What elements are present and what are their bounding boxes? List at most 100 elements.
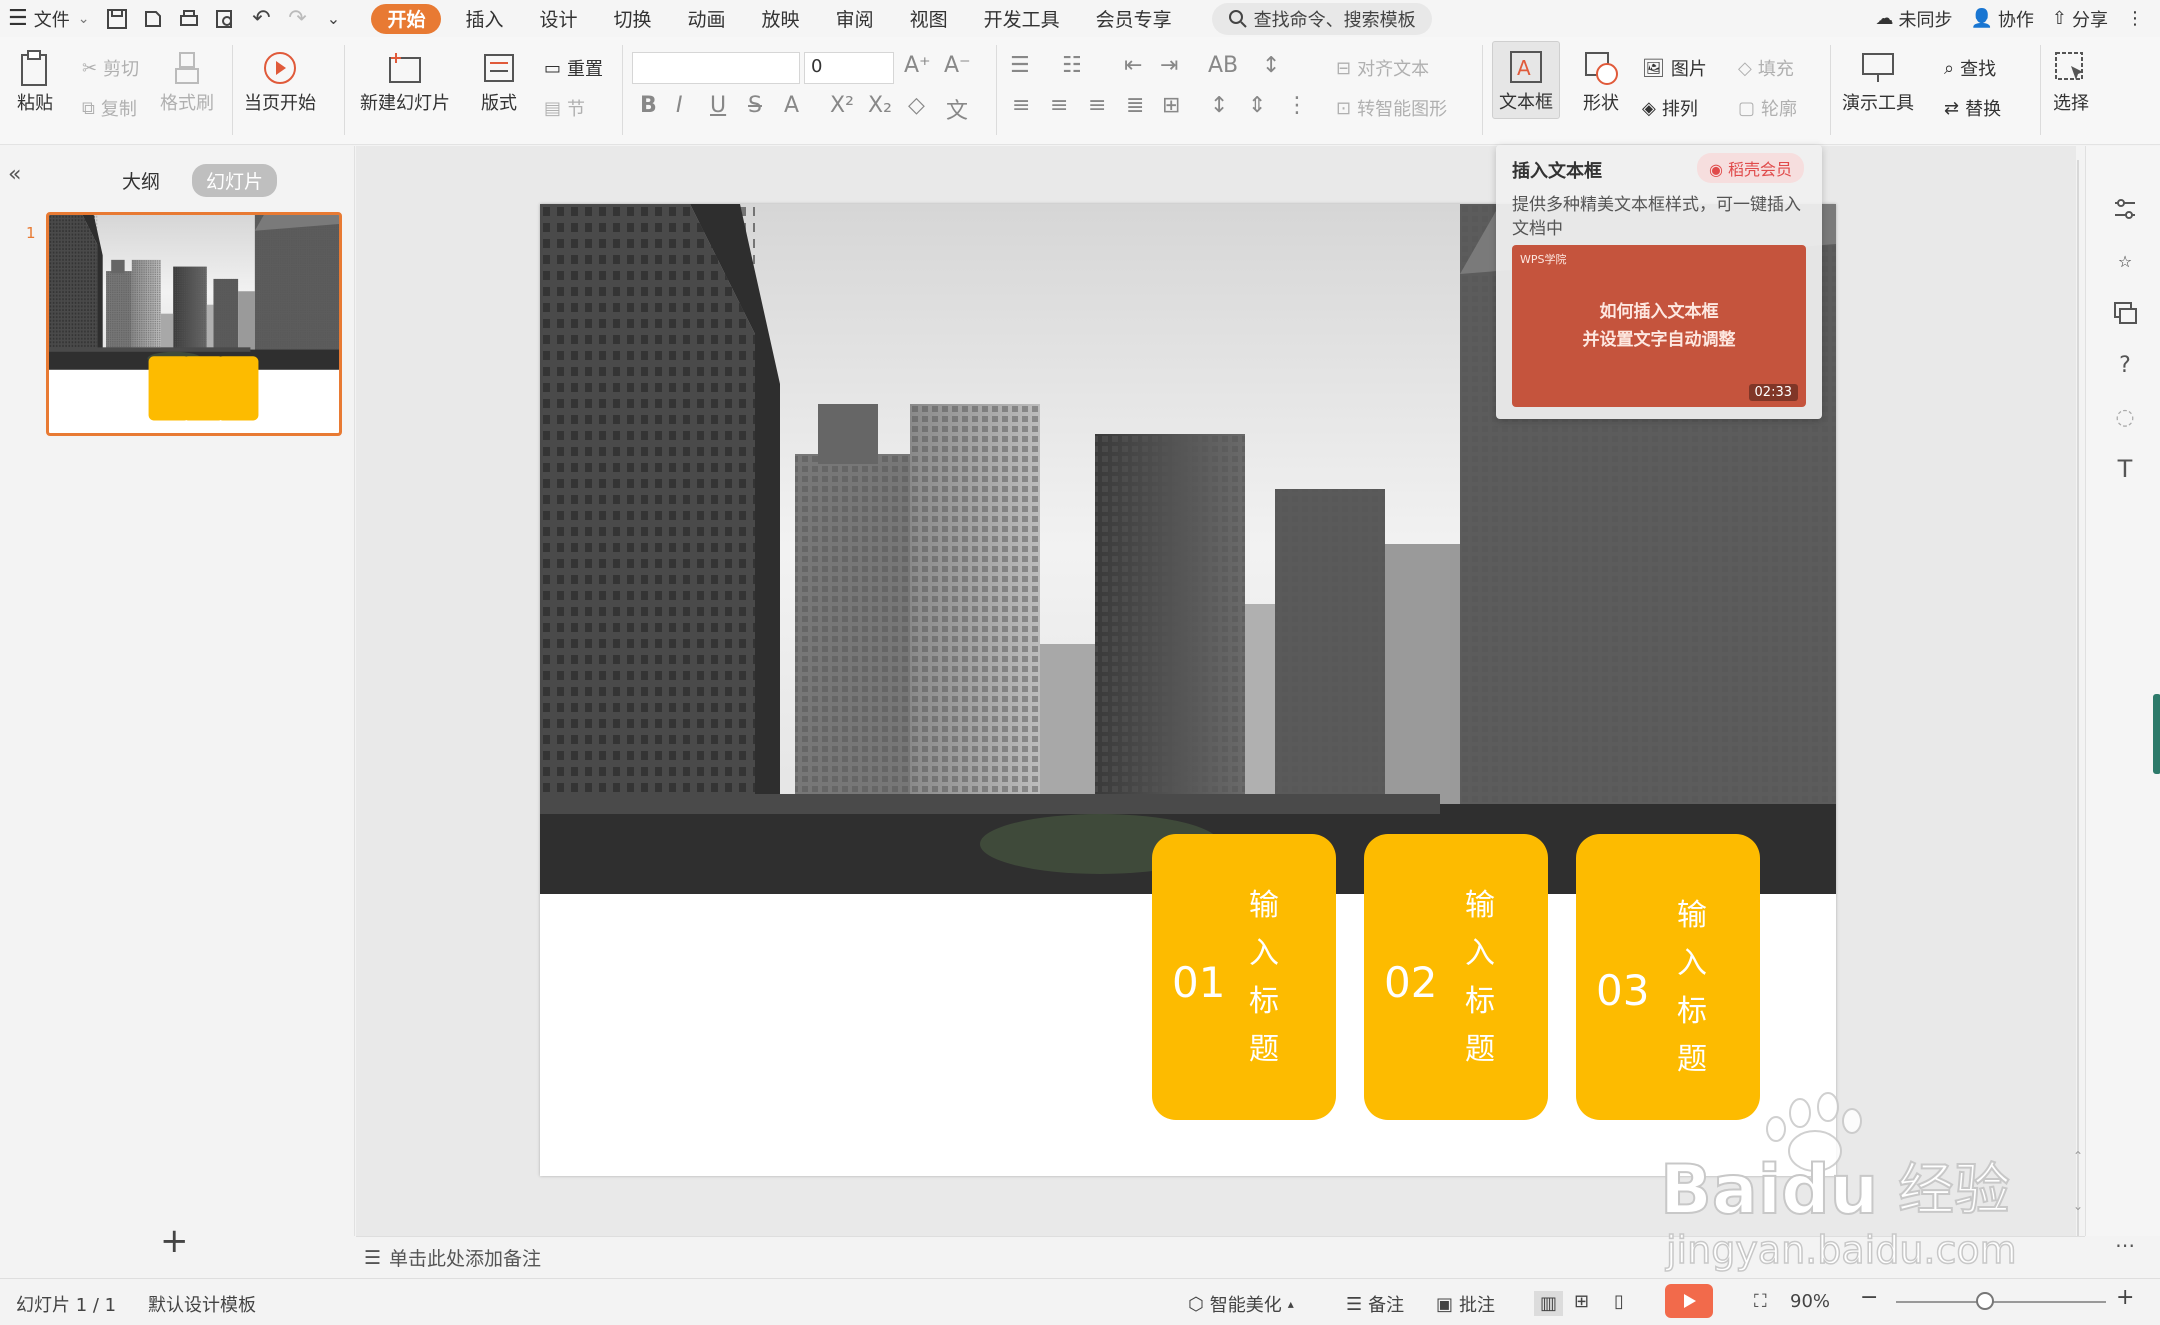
fill-button[interactable]: ◇ 填充: [1738, 51, 1794, 85]
reset-button[interactable]: ▭ 重置: [544, 51, 603, 85]
cut-button[interactable]: ✂ 剪切: [82, 51, 139, 85]
format-painter-button[interactable]: 格式刷: [160, 47, 214, 115]
present-tools-button[interactable]: 演示工具: [1842, 47, 1914, 115]
text-direction-icon[interactable]: AB: [1208, 53, 1238, 78]
column-icon[interactable]: ⋮: [1286, 93, 1308, 118]
phonetic-icon[interactable]: 文: [946, 93, 968, 125]
replace-button[interactable]: ⇄ 替换: [1944, 91, 2001, 125]
sort-icon[interactable]: ↕: [1262, 53, 1280, 78]
superscript-icon[interactable]: X²: [830, 93, 854, 118]
more-tools-icon[interactable]: ⋯: [2110, 1230, 2140, 1260]
tab-developer[interactable]: 开发工具: [966, 0, 1078, 37]
underline-icon[interactable]: U: [710, 93, 726, 118]
title-card-3[interactable]: 03 输 入 标 题: [1576, 834, 1760, 1120]
print-preview-icon[interactable]: [211, 5, 239, 33]
fit-window-icon[interactable]: ⛶: [1754, 1291, 1767, 1312]
line-spacing-icon[interactable]: ↕: [1210, 93, 1228, 118]
decrease-indent-icon[interactable]: ⇤: [1124, 53, 1142, 78]
shape-button[interactable]: 形状: [1580, 47, 1622, 115]
paragraph-spacing-icon[interactable]: ⇕: [1248, 93, 1266, 118]
strikethrough-icon[interactable]: S: [748, 93, 762, 118]
tab-home[interactable]: 开始: [371, 3, 442, 34]
justify-icon[interactable]: ≣: [1126, 93, 1144, 118]
sync-status[interactable]: ☁ 未同步: [1875, 6, 1952, 32]
picture-button[interactable]: 🖼 图片: [1642, 51, 1707, 85]
properties-icon[interactable]: [2110, 194, 2140, 224]
title-card-1[interactable]: 01 输 入 标 题: [1152, 834, 1336, 1120]
clear-format-icon[interactable]: ◇: [908, 93, 925, 118]
command-search[interactable]: 查找命令、搜索模板: [1211, 2, 1432, 35]
distribute-icon[interactable]: ⊞: [1162, 93, 1180, 118]
layout-button[interactable]: 版式: [478, 47, 520, 115]
arrange-button[interactable]: ◈ 排列: [1642, 91, 1698, 125]
align-left-icon[interactable]: ≡: [1012, 93, 1030, 118]
zoom-out-icon[interactable]: −: [1860, 1285, 1878, 1310]
zoom-slider-track[interactable]: [1896, 1301, 2106, 1303]
more-menu-button[interactable]: ⋮: [2126, 8, 2144, 29]
notes-pane[interactable]: ☰ 单击此处添加备注: [356, 1236, 2085, 1278]
tab-slideshow[interactable]: 放映: [744, 0, 818, 37]
tab-member[interactable]: 会员专享: [1078, 0, 1190, 37]
font-size-input[interactable]: 0: [804, 52, 894, 84]
numbering-icon[interactable]: ☷: [1062, 53, 1082, 78]
find-button[interactable]: ⌕ 查找: [1944, 51, 1996, 85]
tab-design[interactable]: 设计: [522, 0, 596, 37]
zoom-in-icon[interactable]: +: [2116, 1285, 2134, 1310]
add-slide-button[interactable]: +: [160, 1221, 189, 1261]
side-handle[interactable]: [2153, 694, 2160, 774]
align-center-icon[interactable]: ≡: [1050, 93, 1068, 118]
undo-icon[interactable]: ↶: [247, 5, 275, 33]
slide-switch-icon[interactable]: [2110, 298, 2140, 328]
shrink-font-icon[interactable]: A⁻: [944, 53, 971, 78]
beautify-button[interactable]: ⬡ 智能美化 ▴: [1188, 1291, 1294, 1317]
animation-pane-icon[interactable]: ☆: [2110, 246, 2140, 276]
file-menu[interactable]: ☰ 文件 ⌄: [0, 0, 97, 37]
grow-font-icon[interactable]: A⁺: [904, 53, 931, 78]
slide-thumbnail[interactable]: [46, 212, 342, 436]
title-card-2[interactable]: 02 输 入 标 题: [1364, 834, 1548, 1120]
share-button[interactable]: ⇧ 分享: [2052, 6, 2108, 32]
start-current-button[interactable]: 当页开始: [244, 47, 316, 115]
normal-view-icon[interactable]: ▥: [1534, 1291, 1564, 1316]
smart-shape-button[interactable]: ⊡ 转智能图形: [1336, 91, 1447, 125]
comments-button[interactable]: ▣ 批注: [1436, 1291, 1495, 1317]
save-icon[interactable]: [103, 5, 131, 33]
font-color-icon[interactable]: A: [784, 93, 799, 118]
subscript-icon[interactable]: X₂: [868, 93, 892, 118]
tab-animations[interactable]: 动画: [670, 0, 744, 37]
tab-insert[interactable]: 插入: [447, 0, 521, 37]
collapse-panel-icon[interactable]: «: [8, 162, 21, 187]
redo-icon[interactable]: ↷: [283, 5, 311, 33]
tutorial-video[interactable]: WPS学院 如何插入文本框 并设置文字自动调整 02:33: [1512, 245, 1806, 407]
reading-view-icon[interactable]: ▯: [1614, 1291, 1624, 1312]
tab-slides[interactable]: 幻灯片: [192, 164, 278, 197]
section-button[interactable]: ▤ 节: [544, 91, 585, 125]
align-right-icon[interactable]: ≡: [1088, 93, 1106, 118]
align-text-button[interactable]: ⊟ 对齐文本: [1336, 51, 1429, 85]
outline-button[interactable]: ▢ 轮廓: [1738, 91, 1797, 125]
copy-button[interactable]: ⧉ 复制: [82, 91, 137, 125]
bold-icon[interactable]: B: [640, 93, 657, 118]
play-slideshow-button[interactable]: [1665, 1284, 1713, 1318]
zoom-level[interactable]: 90%: [1790, 1291, 1830, 1312]
print-icon[interactable]: [175, 5, 203, 33]
collab-button[interactable]: 👤 协作: [1970, 6, 2033, 32]
increase-indent-icon[interactable]: ⇥: [1160, 53, 1178, 78]
docer-member-badge[interactable]: ◉ 稻壳会员: [1696, 153, 1804, 183]
select-button[interactable]: 选择: [2050, 47, 2092, 115]
vertical-scrollbar[interactable]: ⌃ ⌄: [2072, 160, 2084, 1240]
sorter-view-icon[interactable]: ⊞: [1574, 1291, 1589, 1312]
italic-icon[interactable]: I: [676, 93, 683, 118]
tab-review[interactable]: 审阅: [818, 0, 892, 37]
tab-transitions[interactable]: 切换: [596, 0, 670, 37]
paste-button[interactable]: 粘贴: [14, 47, 56, 115]
help-icon[interactable]: ?: [2110, 350, 2140, 380]
customize-toolbar-icon[interactable]: ⌄: [319, 5, 347, 33]
lightbulb-icon[interactable]: ◌: [2110, 402, 2140, 432]
notes-toggle-button[interactable]: ☰ 备注: [1346, 1291, 1404, 1317]
font-name-input[interactable]: [632, 52, 800, 84]
tab-view[interactable]: 视图: [892, 0, 966, 37]
new-slide-button[interactable]: 新建幻灯片: [360, 47, 450, 115]
zoom-slider-handle[interactable]: [1976, 1292, 1994, 1310]
textbox-button[interactable]: A 文本框: [1492, 41, 1560, 119]
